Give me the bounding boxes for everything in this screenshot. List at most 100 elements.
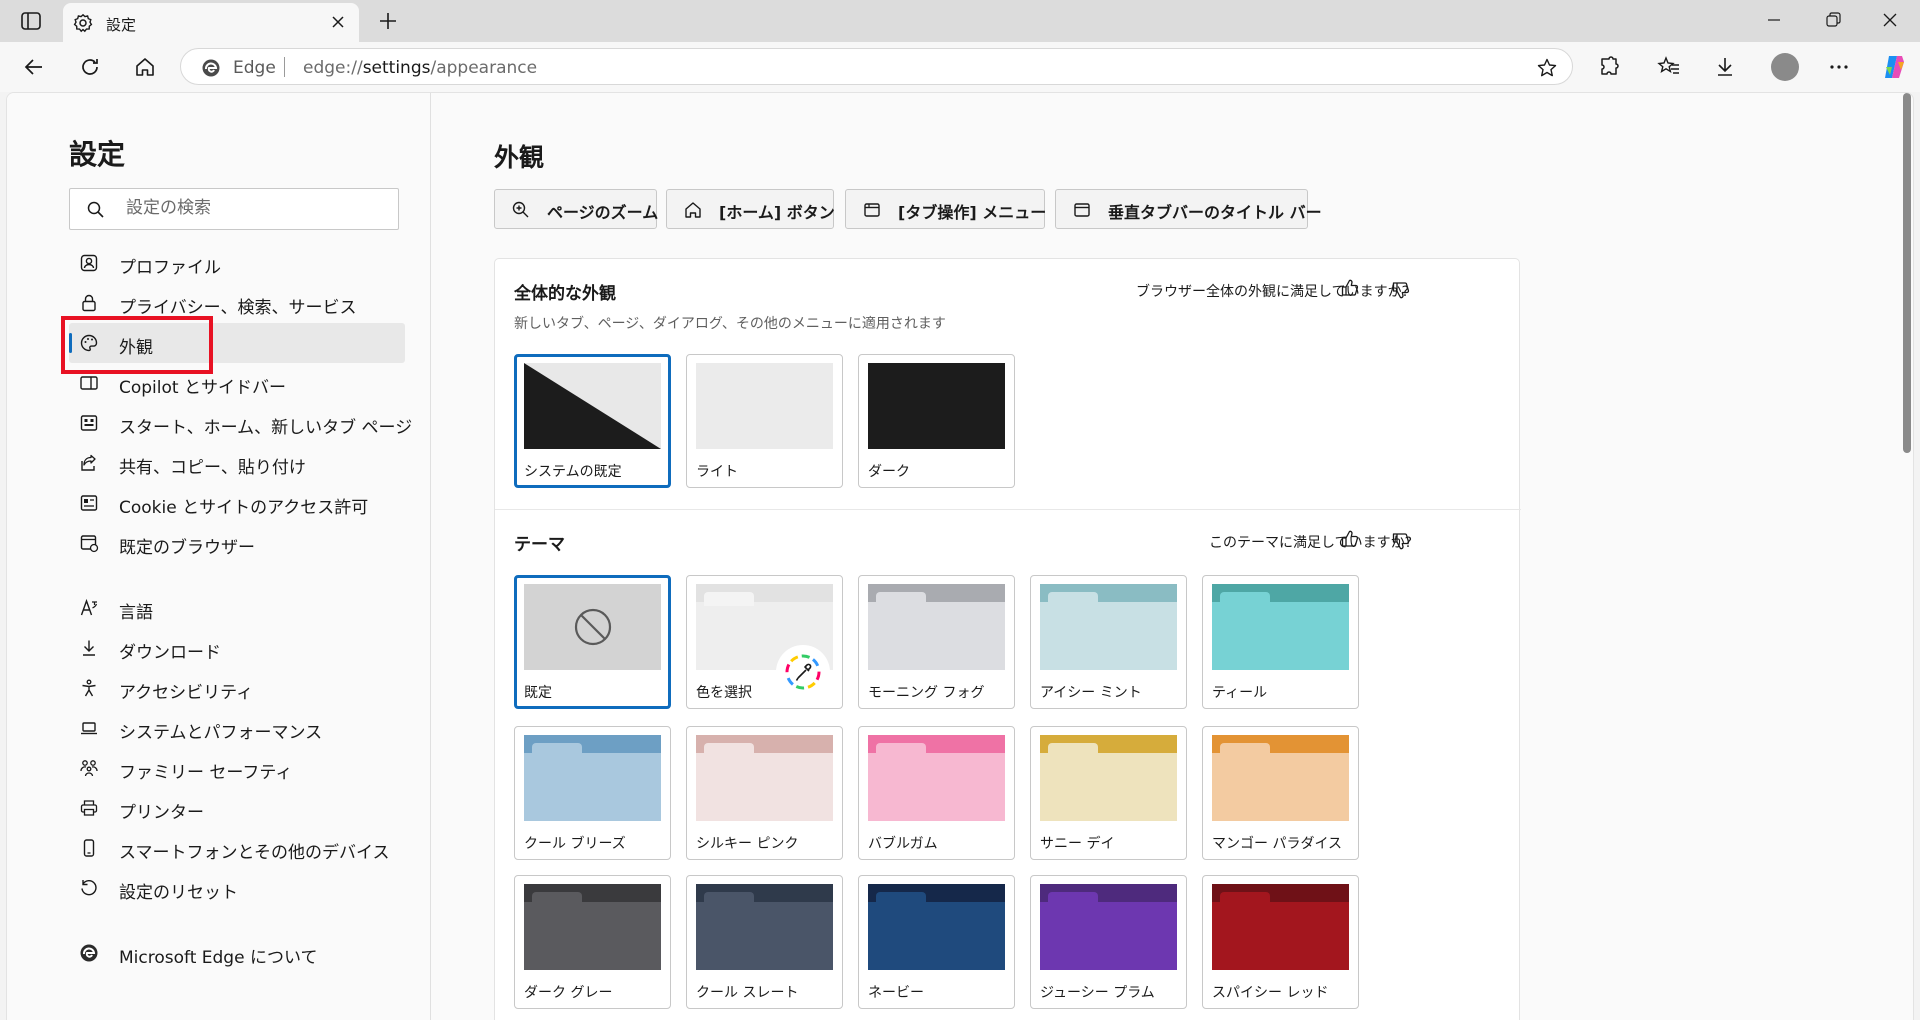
theme-cool-breeze[interactable]: クール ブリーズ [514, 726, 671, 860]
theme-label: ティール [1212, 685, 1268, 701]
theme-label: クール ブリーズ [524, 836, 626, 852]
home-icon [683, 200, 703, 224]
chip-home-button[interactable]: [ホーム] ボタン [666, 189, 835, 229]
new-tab-icon[interactable] [377, 10, 399, 36]
theme-spicy-red[interactable]: スパイシー レッド [1202, 875, 1359, 1009]
theme-sunny-day[interactable]: サニー デイ [1030, 726, 1187, 860]
thumbs-down-icon[interactable] [1391, 531, 1411, 555]
sidebar-item-profiles[interactable]: プロファイル [69, 243, 405, 283]
sidebar-item-reset[interactable]: 設定のリセット [69, 868, 405, 908]
scrollbar-thumb[interactable] [1903, 93, 1911, 453]
sidebar-item-default-browser[interactable]: 既定のブラウザー [69, 523, 405, 563]
restore-icon[interactable] [1823, 10, 1843, 34]
appearance-option-dark[interactable]: ダーク [858, 354, 1015, 488]
browser-tab-settings[interactable]: 設定 [63, 3, 359, 42]
url-text: edge://settings/appearance [303, 58, 538, 78]
refresh-icon[interactable] [78, 55, 102, 83]
theme-label: サニー デイ [1040, 836, 1115, 852]
sidebar-item-system[interactable]: システムとパフォーマンス [69, 708, 405, 748]
sidebar-item-downloads[interactable]: ダウンロード [69, 628, 405, 668]
downloads-icon[interactable] [1713, 55, 1737, 83]
sidebar-item-about[interactable]: Microsoft Edge について [69, 933, 405, 973]
chip-tab-actions-menu[interactable]: [タブ操作] メニュー [845, 189, 1046, 229]
laptop-icon [79, 718, 99, 742]
theme-default-preview [524, 584, 661, 670]
color-picker-icon[interactable] [775, 644, 831, 704]
sidebar-item-label: アクセシビリティ [119, 683, 254, 703]
thumbs-up-icon[interactable] [1340, 278, 1360, 302]
theme-icy-mint[interactable]: アイシー ミント [1030, 575, 1187, 709]
sidebar-item-label: 設定のリセット [119, 883, 238, 903]
favorite-star-icon[interactable] [1536, 57, 1558, 83]
family-icon [79, 758, 99, 782]
omnibox-brand: Edge [233, 58, 276, 78]
theme-preview [696, 735, 833, 821]
theme-preview [1212, 584, 1349, 670]
theme-pick-color[interactable]: 色を選択 [686, 575, 843, 709]
sidebar-item-share[interactable]: 共有、コピー、貼り付け [69, 443, 405, 483]
theme-preview [868, 884, 1005, 970]
extensions-icon[interactable] [1597, 55, 1621, 83]
theme-silky-pink[interactable]: シルキー ピンク [686, 726, 843, 860]
tab-strip: 設定 [0, 0, 1920, 42]
overall-appearance-subtitle: 新しいタブ、ページ、ダイアログ、その他のメニューに適用されます [514, 316, 946, 332]
home-icon[interactable] [133, 55, 157, 83]
close-tab-icon[interactable] [329, 13, 347, 35]
thumbs-down-icon[interactable] [1391, 280, 1411, 304]
theme-preview [1212, 735, 1349, 821]
settings-page: 設定 プロファイル プライバシー、検索、サービス 外観 Copilot とサイド… [6, 92, 1914, 1020]
appearance-option-system[interactable]: システムの既定 [514, 354, 671, 488]
theme-cool-slate[interactable]: クール スレート [686, 875, 843, 1009]
sidebar-item-label: 既定のブラウザー [119, 538, 255, 558]
appearance-option-label: システムの既定 [524, 464, 622, 480]
phone-icon [79, 838, 99, 862]
appearance-option-light[interactable]: ライト [686, 354, 843, 488]
search-input[interactable] [124, 197, 388, 219]
chip-page-zoom[interactable]: ページのズーム [494, 189, 658, 229]
favorites-icon[interactable] [1657, 55, 1681, 83]
tab-actions-icon[interactable] [18, 9, 44, 33]
sidebar-item-family[interactable]: ファミリー セーフティ [69, 748, 405, 788]
omnibox-separator [284, 57, 285, 77]
sidebar-item-accessibility[interactable]: アクセシビリティ [69, 668, 405, 708]
thumbs-up-icon[interactable] [1340, 529, 1360, 553]
theme-dark-gray[interactable]: ダーク グレー [514, 875, 671, 1009]
light-preview [696, 363, 833, 449]
address-bar[interactable]: Edge edge://settings/appearance [180, 48, 1573, 85]
section-divider [495, 509, 1521, 510]
sidebar-item-label: Cookie とサイトのアクセス許可 [119, 498, 369, 518]
theme-default[interactable]: 既定 [514, 575, 671, 709]
sidebar-item-label: スタート、ホーム、新しいタブ ページ [119, 418, 413, 438]
minimize-icon[interactable] [1764, 10, 1784, 34]
copilot-icon[interactable] [1880, 53, 1908, 85]
chip-vertical-tabs-title-bar[interactable]: 垂直タブバーのタイトル バー [1055, 189, 1322, 229]
sidebar-item-start-home[interactable]: スタート、ホーム、新しいタブ ページ [69, 403, 412, 443]
settings-sidebar: 設定 プロファイル プライバシー、検索、サービス 外観 Copilot とサイド… [7, 93, 431, 1020]
theme-juicy-plum[interactable]: ジューシー プラム [1030, 875, 1187, 1009]
dark-preview [868, 363, 1005, 449]
sidebar-item-phone[interactable]: スマートフォンとその他のデバイス [69, 828, 405, 868]
sidebar-item-languages[interactable]: 言語 [69, 588, 405, 628]
theme-label: マンゴー パラダイス [1212, 836, 1343, 852]
close-window-icon[interactable] [1880, 10, 1900, 34]
more-options-icon[interactable] [1827, 55, 1851, 83]
profile-avatar[interactable] [1771, 53, 1799, 81]
search-icon [86, 200, 106, 224]
settings-search[interactable] [69, 188, 399, 230]
theme-label: シルキー ピンク [696, 836, 799, 852]
theme-bubblegum[interactable]: バブルガム [858, 726, 1015, 860]
theme-teal[interactable]: ティール [1202, 575, 1359, 709]
sidebar-item-printers[interactable]: プリンター [69, 788, 405, 828]
theme-morning-fog[interactable]: モーニング フォグ [858, 575, 1015, 709]
theme-navy[interactable]: ネービー [858, 875, 1015, 1009]
gear-icon [73, 13, 93, 37]
sidebar-item-label: Microsoft Edge について [119, 948, 318, 968]
theme-mango-paradise[interactable]: マンゴー パラダイス [1202, 726, 1359, 860]
theme-preview [1040, 735, 1177, 821]
sidebar-item-label: プリンター [119, 803, 204, 823]
appearance-card: 全体的な外観 新しいタブ、ページ、ダイアログ、その他のメニューに適用されます ブ… [494, 258, 1521, 1020]
sidebar-item-cookies[interactable]: Cookie とサイトのアクセス許可 [69, 483, 405, 523]
back-icon[interactable] [22, 55, 46, 83]
chip-label: 垂直タブバーのタイトル バー [1108, 203, 1322, 222]
tab-menu-icon [862, 200, 882, 224]
